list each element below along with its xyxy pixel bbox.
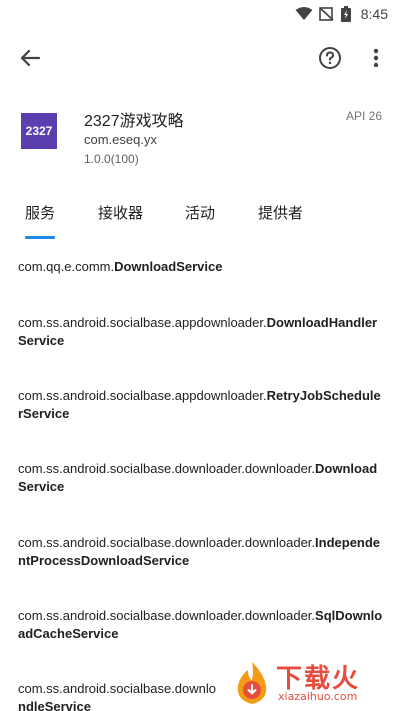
- no-signal-icon: [318, 7, 334, 21]
- help-button[interactable]: [314, 42, 346, 74]
- battery-charging-icon: [340, 6, 351, 22]
- more-options-button[interactable]: [360, 42, 392, 74]
- wifi-icon: [295, 7, 313, 20]
- more-vertical-icon: [373, 48, 379, 68]
- list-item[interactable]: com.qq.e.comm.DownloadService: [18, 258, 384, 276]
- list-item[interactable]: com.ss.android.socialbase.appdownloader.…: [18, 387, 384, 423]
- help-circle-icon: [319, 47, 341, 69]
- toolbar: [0, 28, 400, 86]
- flame-logo-icon: [237, 662, 267, 704]
- watermark-domain: xiazaihuo.com: [278, 690, 358, 703]
- app-name: 2327游戏攻略: [84, 113, 184, 130]
- component-tabs: 服务 接收器 活动 提供者: [0, 190, 400, 240]
- status-time: 8:45: [360, 6, 388, 22]
- tab-providers[interactable]: 提供者: [258, 202, 303, 223]
- tab-services[interactable]: 服务: [25, 202, 55, 223]
- app-icon: 2327: [21, 113, 57, 149]
- api-level: API 26: [345, 109, 382, 123]
- tab-activities[interactable]: 活动: [185, 202, 215, 223]
- list-item[interactable]: com.ss.android.socialbase.downloader.dow…: [18, 607, 384, 643]
- watermark: 下载火 xiazaihuo.com: [232, 658, 392, 708]
- back-button[interactable]: [14, 42, 46, 74]
- status-bar: 8:45: [0, 0, 400, 28]
- tab-indicator: [25, 236, 55, 239]
- app-info-header: 2327 2327游戏攻略 com.eseq.yx 1.0.0(100) API…: [0, 100, 400, 170]
- tab-receivers[interactable]: 接收器: [98, 202, 143, 223]
- list-item[interactable]: com.ss.android.socialbase.downloader.dow…: [18, 534, 384, 570]
- arrow-left-icon: [20, 49, 40, 67]
- list-item[interactable]: com.ss.android.socialbase.appdownloader.…: [18, 314, 384, 350]
- app-version: 1.0.0(100): [84, 152, 139, 166]
- app-package-name: com.eseq.yx: [84, 132, 157, 147]
- list-item[interactable]: com.ss.android.socialbase.downloader.dow…: [18, 460, 384, 496]
